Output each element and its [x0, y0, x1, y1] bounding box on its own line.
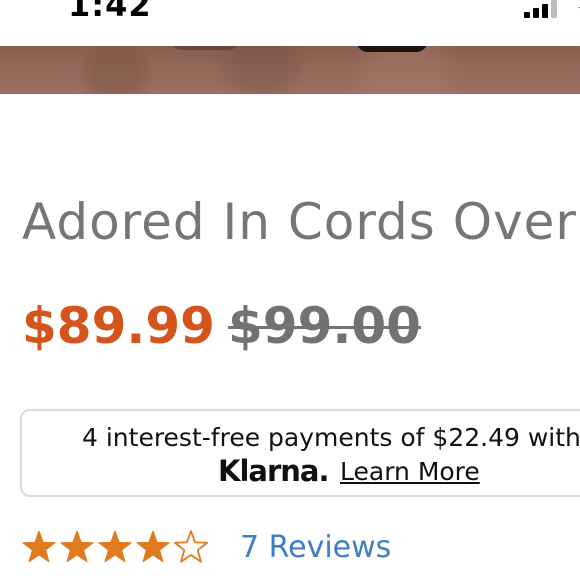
image-texture	[0, 46, 580, 94]
signal-bar	[542, 4, 548, 18]
original-price: $99.00	[228, 297, 421, 355]
image-detail	[170, 46, 240, 50]
signal-bar	[551, 0, 557, 18]
signal-bar	[524, 12, 530, 18]
klarna-learn-more-link[interactable]: Learn More	[340, 455, 480, 489]
product-image[interactable]	[0, 46, 580, 94]
star-filled-icon	[136, 530, 170, 563]
wifi-icon	[570, 0, 580, 11]
signal-bar	[533, 8, 539, 18]
star-filled-icon	[22, 530, 56, 563]
image-detail	[356, 46, 428, 52]
product-page: 1:42 Adored In Cords Overalls $89.99 $99…	[0, 0, 580, 580]
status-bar: 1:42	[0, 0, 580, 46]
rating-row: 7 Reviews	[22, 528, 580, 568]
status-time: 1:42	[68, 0, 152, 24]
klarna-payment-box: 4 interest-free payments of $22.49 with …	[20, 409, 580, 497]
klarna-logo: Klarna.	[218, 454, 330, 488]
cellular-signal-icon	[524, 0, 564, 18]
klarna-installment-text: 4 interest-free payments of $22.49 with	[82, 423, 580, 452]
star-rating	[22, 530, 209, 563]
sale-price: $89.99	[22, 297, 215, 355]
reviews-link[interactable]: 7 Reviews	[240, 528, 391, 568]
star-filled-icon	[98, 530, 132, 563]
star-empty-icon	[173, 530, 209, 563]
product-title: Adored In Cords Overalls	[22, 193, 580, 251]
star-filled-icon	[60, 530, 94, 563]
